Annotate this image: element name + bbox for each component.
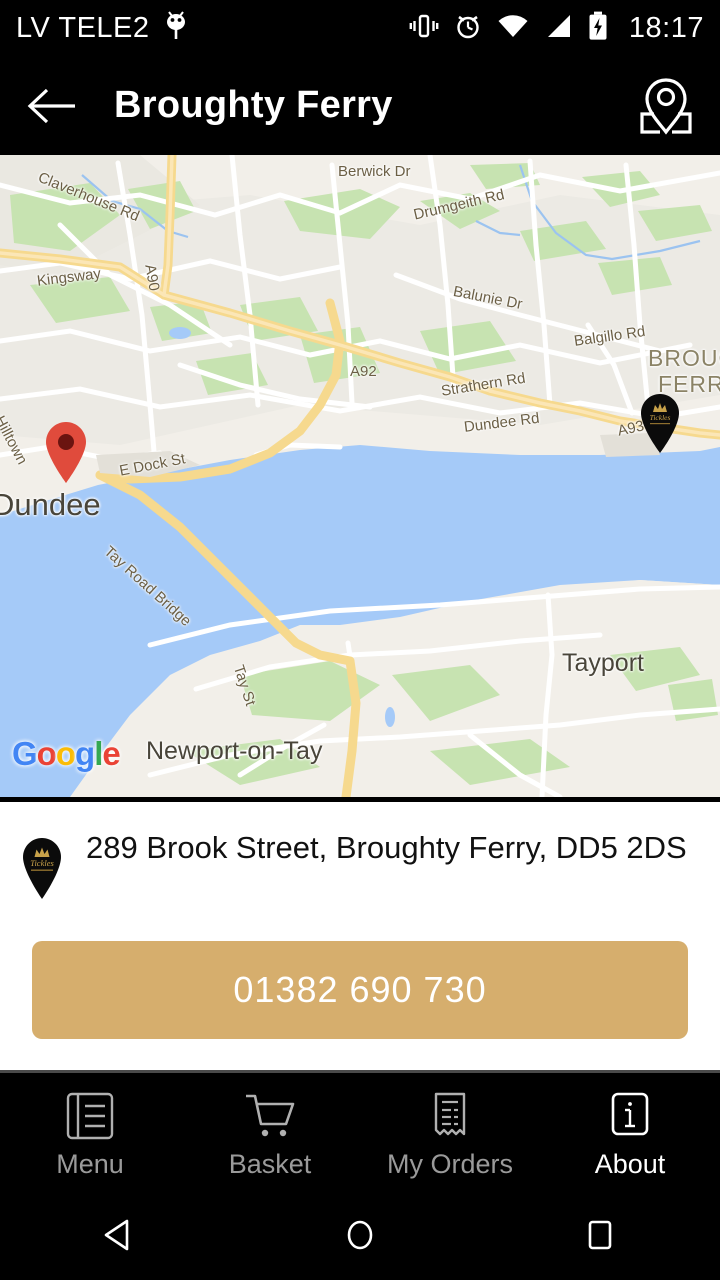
red-location-marker[interactable]: [43, 420, 89, 484]
address-row: Tickles 289 Brook Street, Broughty Ferry…: [0, 802, 720, 900]
location-info-panel: Tickles 289 Brook Street, Broughty Ferry…: [0, 802, 720, 1070]
alarm-icon: [453, 11, 483, 46]
page-title: Broughty Ferry: [114, 84, 393, 126]
restaurant-location-marker[interactable]: Tickles: [637, 392, 683, 454]
phone-screen: LV TELE2 18:17 Broughty Ferry Claverhous…: [0, 0, 720, 1280]
receipt-icon: [422, 1089, 478, 1143]
nav-recents-icon[interactable]: [540, 1200, 660, 1270]
tab-label: Basket: [228, 1149, 312, 1179]
app-bar: Broughty Ferry: [0, 56, 720, 155]
carrier-label: LV TELE2: [16, 11, 150, 44]
battery-charging-icon: [587, 11, 609, 46]
status-bar-left: LV TELE2: [16, 10, 190, 46]
cellular-signal-icon: [543, 12, 573, 45]
svg-text:Tickles: Tickles: [30, 858, 54, 868]
tab-basket[interactable]: Basket: [180, 1073, 360, 1190]
tab-label: About: [594, 1149, 666, 1179]
info-square-icon: [602, 1089, 658, 1143]
shopping-cart-icon: [242, 1089, 298, 1143]
call-phone-button[interactable]: 01382 690 730: [32, 941, 688, 1039]
map-pin-location-icon[interactable]: [634, 74, 698, 138]
status-clock: 18:17: [628, 11, 704, 44]
nav-back-icon[interactable]: [60, 1200, 180, 1270]
brand-pin-icon: Tickles: [18, 836, 66, 900]
address-text: 289 Brook Street, Broughty Ferry, DD5 2D…: [86, 830, 687, 865]
android-bug-icon: [162, 10, 190, 46]
map-canvas: [0, 155, 720, 797]
vibrate-icon: [409, 11, 439, 46]
tab-label: My Orders: [386, 1149, 513, 1179]
tab-menu[interactable]: Menu: [0, 1073, 180, 1190]
status-bar-right: 18:17: [409, 11, 704, 46]
bottom-tab-bar: Menu Basket My Orders About: [0, 1073, 720, 1190]
tab-label: Menu: [56, 1149, 124, 1179]
tab-my-orders[interactable]: My Orders: [360, 1073, 540, 1190]
tab-about[interactable]: About: [540, 1073, 720, 1190]
back-arrow-icon[interactable]: [22, 77, 80, 135]
menu-book-icon: [62, 1089, 118, 1143]
svg-text:Tickles: Tickles: [650, 413, 671, 422]
android-navigation-bar: [0, 1190, 720, 1280]
nav-home-icon[interactable]: [300, 1200, 420, 1270]
map-view[interactable]: Claverhouse Rd Berwick Dr Kingsway A90 D…: [0, 155, 720, 797]
status-bar: LV TELE2 18:17: [0, 0, 720, 56]
google-attribution: Google: [12, 735, 121, 772]
wifi-icon: [497, 12, 529, 45]
